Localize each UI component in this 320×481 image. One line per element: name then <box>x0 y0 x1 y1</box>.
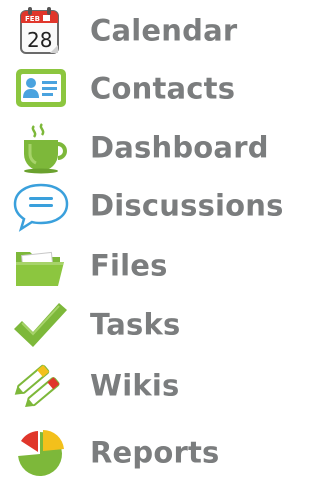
nav-item-label: Reports <box>90 435 220 470</box>
app-nav-menu: FEB 28 Calendar Contacts Dashboard Discu… <box>0 0 283 481</box>
pie-chart-icon <box>10 427 70 479</box>
calendar-icon-month: FEB <box>25 15 40 23</box>
nav-item-label: Discussions <box>90 188 284 223</box>
nav-item-tasks[interactable]: Tasks <box>0 297 279 353</box>
contact-card-icon <box>10 63 70 115</box>
nav-item-contacts[interactable]: Contacts <box>0 61 279 117</box>
nav-item-label: Dashboard <box>90 130 269 165</box>
nav-item-label: Files <box>90 248 168 283</box>
nav-item-calendar[interactable]: FEB 28 Calendar <box>0 3 279 59</box>
nav-item-label: Contacts <box>90 71 236 106</box>
folder-icon <box>10 240 70 292</box>
nav-item-discussions[interactable]: Discussions <box>0 178 283 234</box>
nav-item-label: Tasks <box>90 307 181 342</box>
speech-bubble-icon <box>10 180 70 232</box>
checkmark-icon <box>10 299 70 351</box>
nav-item-wikis[interactable]: Wikis <box>0 358 279 414</box>
nav-item-label: Calendar <box>90 13 238 48</box>
calendar-icon: FEB 28 <box>10 5 70 57</box>
nav-item-reports[interactable]: Reports <box>0 425 279 481</box>
nav-item-label: Wikis <box>90 368 180 403</box>
calendar-icon-day: 28 <box>27 28 52 52</box>
pencils-icon <box>10 360 70 412</box>
coffee-cup-icon <box>10 122 70 174</box>
nav-item-files[interactable]: Files <box>0 238 279 294</box>
nav-item-dashboard[interactable]: Dashboard <box>0 120 279 176</box>
